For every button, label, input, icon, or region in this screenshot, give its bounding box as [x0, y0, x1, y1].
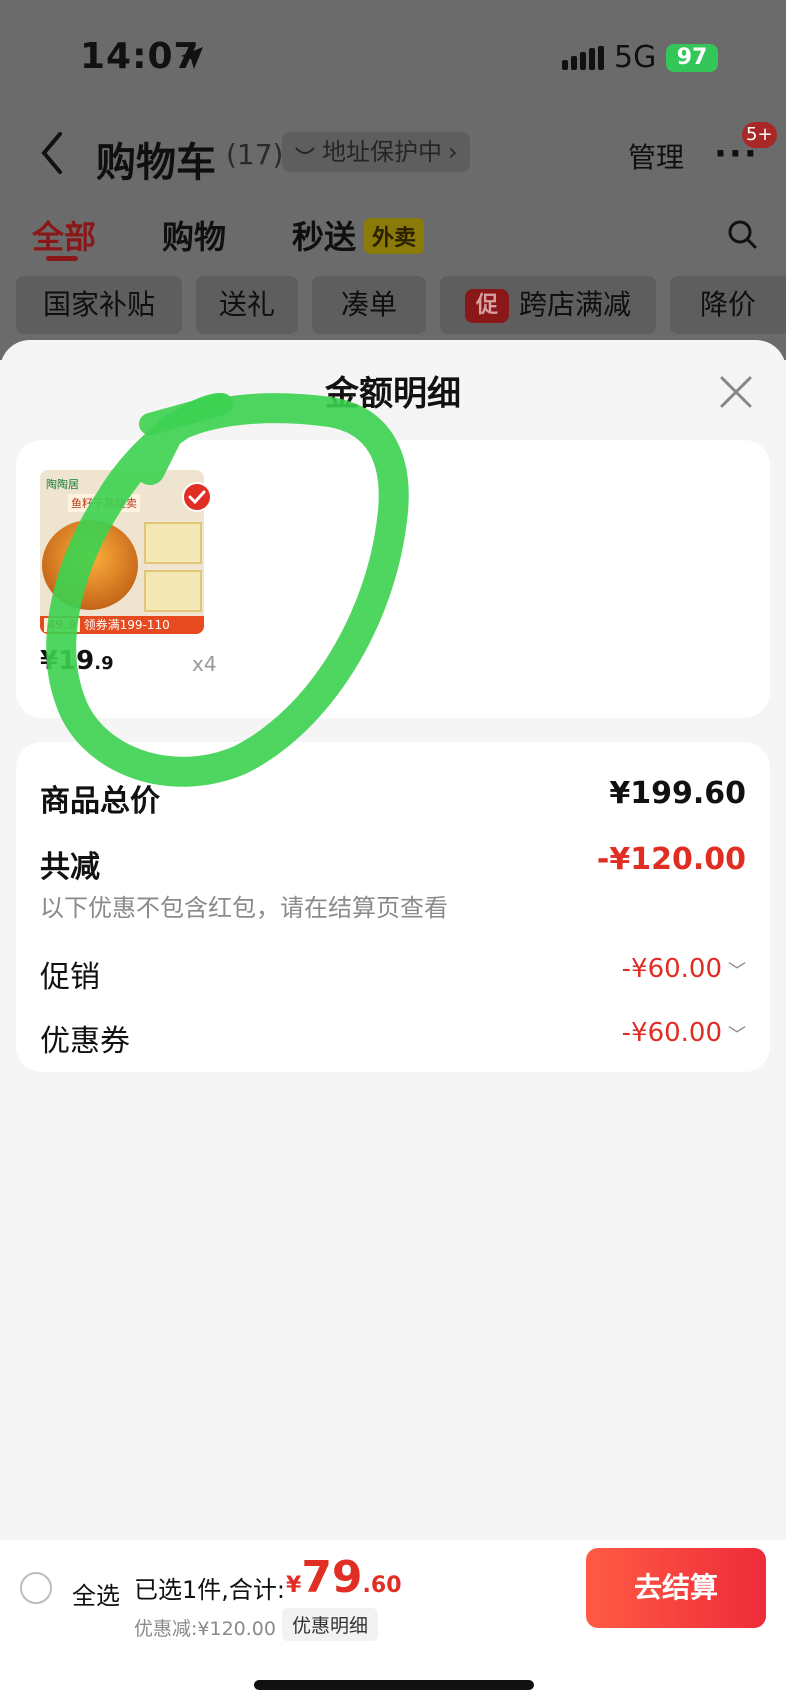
product-price-dec: .9	[94, 653, 114, 674]
cart-header: 购物车 (17) 地址保护中 › 管理 ··· 5+	[0, 118, 786, 194]
thumb-tag: 鱼籽干蒸烧卖	[68, 494, 140, 512]
chip-gift[interactable]: 送礼	[196, 276, 298, 334]
total-amount: ¥79.60	[286, 1552, 402, 1603]
active-tab-indicator	[46, 256, 78, 261]
address-protection-pill[interactable]: 地址保护中 ›	[282, 132, 470, 172]
selected-info: 已选1件,合计:	[134, 1576, 285, 1604]
promo-row[interactable]: 促销 -¥60.00 ﹀	[40, 952, 746, 996]
product-card: 陶陶居 鱼籽干蒸烧卖 49.9 领券满199-110 ¥19.9 x4	[16, 440, 770, 718]
discount-note: 以下优惠不包含红包，请在结算页查看	[40, 894, 448, 922]
amount-detail-sheet: 金额明细 陶陶居 鱼籽干蒸烧卖 49.9 领券满199-110 ¥19.9 x4 …	[0, 340, 786, 1704]
chevron-down-icon: ﹀	[728, 1025, 746, 1046]
manage-button[interactable]: 管理	[628, 136, 684, 176]
chip-cross-store-label: 跨店满减	[518, 288, 631, 321]
filter-chips: 国家补贴 送礼 凑单 促跨店满减 降价	[0, 276, 786, 336]
shield-icon	[295, 147, 315, 154]
total-currency: ¥	[286, 1573, 302, 1598]
status-bar: 14:07 5G 97	[0, 0, 786, 118]
food-bowl-graphic	[42, 520, 138, 610]
total-value: ¥199.60	[609, 776, 746, 811]
close-icon[interactable]	[718, 374, 754, 414]
discount-row: 共减 -¥120.00	[40, 842, 746, 886]
total-label: 商品总价	[40, 784, 160, 819]
discount-note-row: 以下优惠不包含红包，请在结算页查看	[40, 888, 746, 923]
takeout-tag: 外卖	[364, 218, 425, 254]
notification-badge: 5+	[742, 122, 777, 148]
chevron-right-icon: ›	[448, 138, 458, 166]
thumb-brand: 陶陶居	[46, 478, 79, 491]
battery-indicator: 97	[666, 44, 718, 72]
promo-icon: 促	[464, 289, 509, 323]
chevron-down-icon: ﹀	[728, 961, 746, 982]
coupon-label: 优惠券	[40, 1024, 130, 1059]
thumb-coupon: 领券满199-110	[83, 618, 170, 632]
coupon-value-wrap: -¥60.00 ﹀	[622, 1018, 746, 1048]
promo-value-wrap: -¥60.00 ﹀	[622, 954, 746, 984]
discount-value: -¥120.00	[596, 842, 746, 877]
chip-national-subsidy[interactable]: 国家补贴	[16, 276, 182, 334]
checkout-button[interactable]: 去结算	[586, 1548, 766, 1628]
product-quantity: x4	[192, 652, 217, 676]
total-row: 商品总价 ¥199.60	[40, 776, 746, 820]
discount-detail-button[interactable]: 优惠明细	[282, 1608, 379, 1641]
product-thumbnail[interactable]: 陶陶居 鱼籽干蒸烧卖 49.9 领券满199-110	[40, 470, 204, 634]
signal-icon	[562, 46, 606, 74]
chip-price-drop[interactable]: 降价	[670, 276, 786, 334]
select-all-radio[interactable]	[20, 1572, 52, 1604]
total-dec: .60	[362, 1573, 402, 1598]
home-indicator	[254, 1680, 534, 1690]
product-price-int: ¥19	[40, 646, 95, 676]
total-int: 79	[301, 1552, 363, 1603]
select-all-label[interactable]: 全选	[72, 1576, 120, 1611]
page-title: 购物车	[96, 140, 216, 186]
search-icon[interactable]	[726, 218, 758, 254]
back-chevron-icon[interactable]	[36, 128, 66, 182]
address-protection-label: 地址保护中	[322, 138, 442, 166]
sheet-title: 金额明细	[325, 374, 461, 414]
coupon-value: -¥60.00	[621, 1018, 722, 1048]
discount-summary: 优惠减:¥120.00	[134, 1618, 276, 1640]
chip-cross-store[interactable]: 促跨店满减	[440, 276, 656, 334]
price-summary-card: 商品总价 ¥199.60 共减 -¥120.00 以下优惠不包含红包，请在结算页…	[16, 742, 770, 1072]
tab-all[interactable]: 全部	[32, 212, 96, 258]
tab-shopping[interactable]: 购物	[162, 212, 226, 258]
location-arrow-icon	[178, 44, 206, 76]
thumb-price: 49.9	[44, 618, 80, 632]
cart-tabs: 全部 购物 秒送 外卖	[0, 208, 786, 268]
promo-value: -¥60.00	[621, 954, 722, 984]
chip-bundle[interactable]: 凑单	[312, 276, 426, 334]
promo-label: 促销	[40, 960, 100, 995]
package-graphic	[144, 522, 202, 564]
product-price: ¥19.9	[40, 646, 114, 676]
cart-count: (17)	[226, 138, 284, 171]
network-type: 5G	[614, 40, 657, 75]
selected-check-icon[interactable]	[182, 482, 212, 512]
tab-express[interactable]: 秒送	[292, 212, 356, 258]
checkout-bar: 全选 已选1件,合计: ¥79.60 优惠减:¥120.00 优惠明细 去结算	[0, 1540, 786, 1704]
coupon-row[interactable]: 优惠券 -¥60.00 ﹀	[40, 1016, 746, 1060]
thumb-coupon-bar: 49.9 领券满199-110	[40, 616, 204, 634]
package-graphic	[144, 570, 202, 612]
discount-label: 共减	[40, 850, 100, 885]
